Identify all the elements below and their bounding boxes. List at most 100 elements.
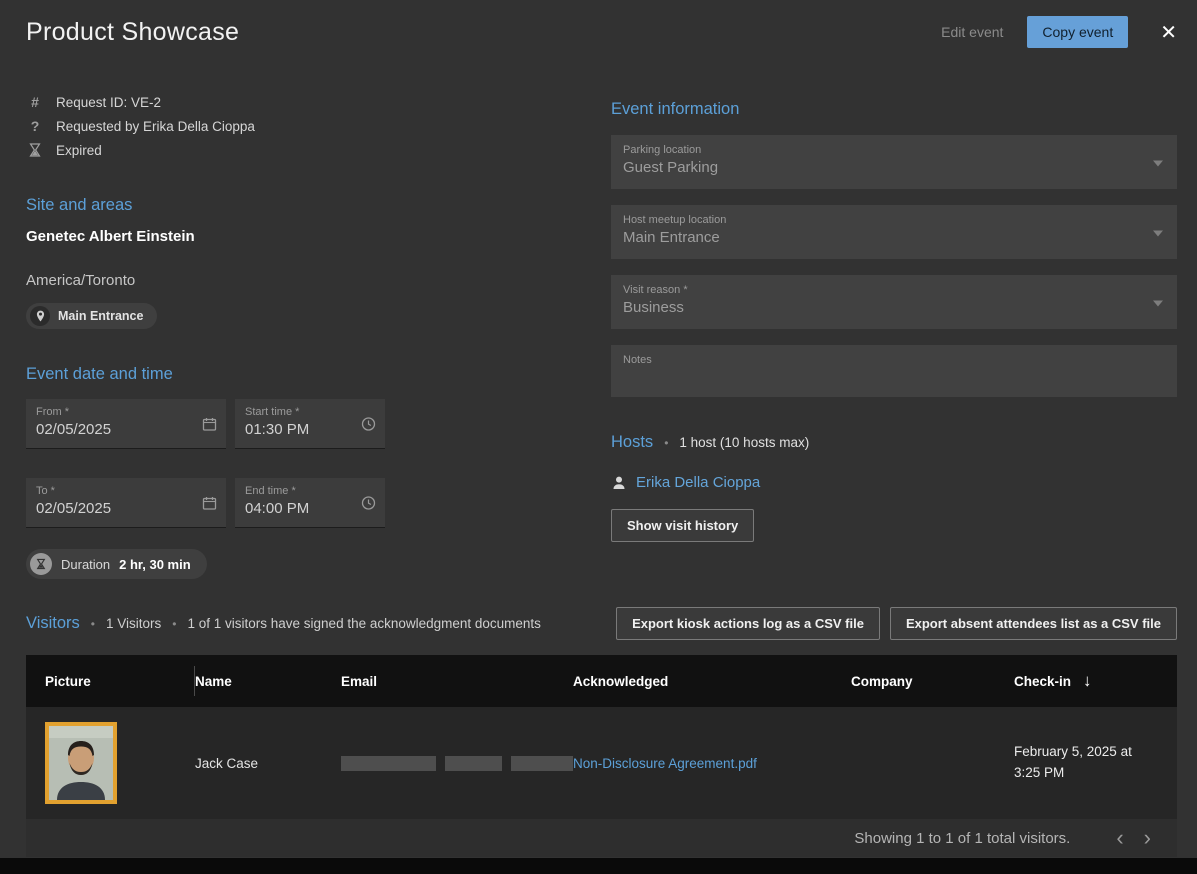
right-column: Event information Parking location Guest… (611, 90, 1177, 579)
from-date-value: 02/05/2025 (36, 421, 196, 438)
copy-event-button[interactable]: Copy event (1027, 16, 1128, 48)
column-header-company[interactable]: Company (851, 674, 1014, 689)
redaction-block (445, 756, 501, 771)
request-id-text: Request ID: VE-2 (56, 95, 161, 110)
acknowledged-document-link[interactable]: Non-Disclosure Agreement.pdf (573, 756, 757, 771)
host-link[interactable]: Erika Della Cioppa (636, 474, 760, 491)
visit-reason-label: Visit reason * (623, 284, 1143, 296)
hosts-header: Hosts • 1 host (10 hosts max) (611, 433, 1177, 452)
visitors-table: Picture Name Email Acknowledged Company … (26, 655, 1177, 857)
column-header-acknowledged[interactable]: Acknowledged (573, 674, 851, 689)
hosts-summary: 1 host (10 hosts max) (679, 435, 809, 450)
end-time-field[interactable]: End time * 04:00 PM (235, 478, 385, 528)
close-icon[interactable]: ✕ (1160, 20, 1177, 45)
host-meetup-location-select[interactable]: Host meetup location Main Entrance (611, 205, 1177, 259)
clock-icon[interactable] (361, 416, 376, 431)
hourglass-icon (30, 553, 52, 575)
request-id-row: # Request ID: VE-2 (26, 90, 586, 114)
calendar-icon[interactable] (202, 495, 217, 510)
dot-separator: • (664, 436, 668, 450)
visitors-heading: Visitors (26, 614, 80, 633)
notes-label: Notes (623, 354, 1165, 366)
visitors-ack-summary: 1 of 1 visitors have signed the acknowle… (187, 616, 540, 631)
table-row[interactable]: Jack Case Non-Disclosure Agreement.pdf F… (26, 707, 1177, 819)
dialog-bottom-edge (0, 858, 1197, 874)
end-time-value: 04:00 PM (245, 500, 355, 517)
event-info-heading: Event information (611, 100, 1177, 119)
status-text: Expired (56, 143, 102, 158)
previous-page-button[interactable]: ‹ (1106, 827, 1133, 849)
to-date-field[interactable]: To * 02/05/2025 (26, 478, 226, 528)
redacted-email-blocks (341, 756, 573, 771)
end-time-label: End time * (245, 485, 355, 497)
edit-event-button[interactable]: Edit event (941, 24, 1003, 40)
parking-location-value: Guest Parking (623, 159, 1143, 176)
host-meetup-location-value: Main Entrance (623, 229, 1143, 246)
dot-separator: • (91, 617, 95, 631)
duration-badge: Duration 2 hr, 30 min (26, 549, 207, 579)
site-name: Genetec Albert Einstein (26, 228, 586, 245)
start-time-label: Start time * (245, 406, 355, 418)
site-areas-heading: Site and areas (26, 196, 586, 215)
dot-separator: • (172, 617, 176, 631)
redaction-block (511, 756, 573, 771)
visitor-email-redacted (341, 756, 573, 771)
duration-value: 2 hr, 30 min (119, 557, 191, 572)
datetime-fields: From * 02/05/2025 Start time * 01:30 PM … (26, 399, 586, 528)
dialog-header: Product Showcase Edit event Copy event ✕ (0, 0, 1197, 48)
start-time-value: 01:30 PM (245, 421, 355, 438)
to-date-value: 02/05/2025 (36, 500, 196, 517)
notes-input[interactable]: Notes (611, 345, 1177, 397)
redaction-block (341, 756, 436, 771)
checkin-date: February 5, 2025 at (1014, 742, 1177, 763)
table-footer: Showing 1 to 1 of 1 total visitors. ‹ › (26, 819, 1177, 857)
host-row: Erika Della Cioppa (611, 474, 1177, 491)
next-page-button[interactable]: › (1134, 827, 1161, 849)
table-header-row: Picture Name Email Acknowledged Company … (26, 655, 1177, 707)
chevron-down-icon (1153, 161, 1163, 167)
show-visit-history-button[interactable]: Show visit history (611, 509, 754, 542)
chevron-down-icon (1153, 301, 1163, 307)
visit-reason-select[interactable]: Visit reason * Business (611, 275, 1177, 329)
visitors-section: Visitors • 1 Visitors • 1 of 1 visitors … (0, 607, 1197, 857)
export-kiosk-log-button[interactable]: Export kiosk actions log as a CSV file (616, 607, 880, 640)
pagination-summary: Showing 1 to 1 of 1 total visitors. (854, 830, 1070, 847)
visitor-photo[interactable] (45, 722, 117, 804)
from-date-field[interactable]: From * 02/05/2025 (26, 399, 226, 449)
area-badge: Main Entrance (26, 303, 157, 329)
visitor-acknowledged-cell: Non-Disclosure Agreement.pdf (573, 756, 851, 771)
visitor-picture-cell (45, 722, 195, 804)
parking-location-select[interactable]: Parking location Guest Parking (611, 135, 1177, 189)
area-badge-label: Main Entrance (58, 309, 143, 323)
status-row: Expired (26, 138, 586, 162)
export-absent-attendees-button[interactable]: Export absent attendees list as a CSV fi… (890, 607, 1177, 640)
chevron-down-icon (1153, 231, 1163, 237)
header-actions: Edit event Copy event ✕ (941, 16, 1177, 48)
visitor-checkin: February 5, 2025 at 3:25 PM (1014, 742, 1177, 784)
page-title: Product Showcase (26, 18, 239, 47)
visitors-count: 1 Visitors (106, 616, 161, 631)
column-header-name[interactable]: Name (195, 674, 341, 689)
checkin-time: 3:25 PM (1014, 763, 1177, 784)
question-icon: ? (26, 118, 44, 134)
event-datetime-heading: Event date and time (26, 365, 586, 384)
column-header-checkin[interactable]: Check-in ↓ (1014, 671, 1177, 691)
duration-label: Duration (61, 557, 110, 572)
hash-icon: # (26, 94, 44, 110)
parking-location-label: Parking location (623, 144, 1143, 156)
checkin-header-label: Check-in (1014, 674, 1071, 689)
location-pin-icon (30, 306, 50, 326)
clock-icon[interactable] (361, 495, 376, 510)
start-time-field[interactable]: Start time * 01:30 PM (235, 399, 385, 449)
person-icon (611, 475, 627, 491)
sort-descending-icon[interactable]: ↓ (1083, 671, 1092, 691)
host-meetup-location-label: Host meetup location (623, 214, 1143, 226)
column-header-email[interactable]: Email (341, 674, 573, 689)
calendar-icon[interactable] (202, 416, 217, 431)
column-header-picture[interactable]: Picture (45, 655, 195, 707)
timezone-text: America/Toronto (26, 272, 586, 289)
event-details-dialog: Product Showcase Edit event Copy event ✕… (0, 0, 1197, 874)
visitors-header: Visitors • 1 Visitors • 1 of 1 visitors … (26, 607, 1177, 640)
requested-by-text: Requested by Erika Della Cioppa (56, 119, 255, 134)
dialog-body: # Request ID: VE-2 ? Requested by Erika … (0, 90, 1197, 579)
